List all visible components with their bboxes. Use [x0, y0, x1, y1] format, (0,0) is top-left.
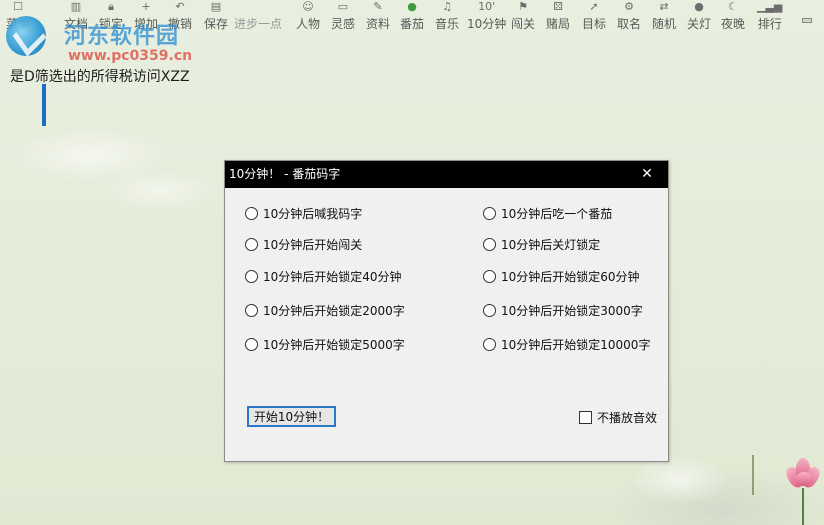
- option-lock-10000[interactable]: 10分钟后开始锁定10000字: [483, 336, 650, 353]
- option-start-challenge[interactable]: 10分钟后开始闯关: [245, 236, 362, 253]
- target-icon: ➚: [589, 0, 599, 13]
- book-icon: ▥: [70, 0, 82, 13]
- radio-button[interactable]: [483, 304, 496, 317]
- dice-icon: ⚄: [553, 0, 563, 13]
- bet-button[interactable]: ⚄ 赌局: [546, 0, 570, 34]
- tomato-icon: ●: [407, 0, 417, 13]
- radio-button[interactable]: [483, 207, 496, 220]
- radio-button[interactable]: [245, 338, 258, 351]
- mute-sound-option[interactable]: 不播放音效: [579, 409, 657, 426]
- checkbox-icon: ☐: [13, 0, 23, 13]
- mute-checkbox[interactable]: [579, 411, 592, 424]
- top-toolbar: ☐ 菜单 ▥ 文档 🔒︎ 锁定 + 增加 ↶ 撤销 ▤ 保存 进步一点 ☺ 人物…: [0, 0, 824, 36]
- undo-button[interactable]: ↶ 撤销: [168, 0, 192, 34]
- lock-icon: 🔒︎: [108, 0, 114, 13]
- option-lock-5000[interactable]: 10分钟后开始锁定5000字: [245, 336, 405, 353]
- dialog-title-bar[interactable]: 10分钟！ - 番茄码字: [225, 161, 668, 188]
- ten-minute-dialog: 10分钟！ - 番茄码字 ✕ 10分钟后喊我码字 10分钟后开始闯关 10分钟后…: [224, 160, 669, 462]
- dialog-title: 10分钟！ - 番茄码字: [229, 167, 341, 181]
- goal-button[interactable]: ➚ 目标: [582, 0, 606, 34]
- person-icon: ☺: [302, 0, 314, 13]
- naming-button[interactable]: ⚙ 取名: [617, 0, 641, 34]
- random-button[interactable]: ⇄ 随机: [652, 0, 676, 34]
- lock-button[interactable]: 🔒︎ 锁定: [99, 0, 123, 34]
- radio-button[interactable]: [483, 270, 496, 283]
- editor-text[interactable]: 是D筛选出的所得税访问XZZ: [10, 66, 190, 86]
- save-icon: ▤: [210, 0, 222, 13]
- option-lock-40min[interactable]: 10分钟后开始锁定40分钟: [245, 268, 402, 285]
- rank-button[interactable]: ▁▃▅ 排行: [757, 0, 782, 34]
- close-icon[interactable]: ✕: [640, 167, 654, 181]
- note-icon: ▭: [337, 0, 349, 13]
- lotus-decoration: [776, 450, 824, 525]
- radio-button[interactable]: [483, 338, 496, 351]
- file-button[interactable]: ▥ 文档: [64, 0, 88, 34]
- shuffle-icon: ⇄: [659, 0, 669, 13]
- start-button[interactable]: 开始10分钟！: [247, 406, 336, 427]
- add-button[interactable]: + 增加: [134, 0, 158, 34]
- challenge-button[interactable]: ⚑ 闯关: [511, 0, 535, 34]
- bulb-icon: ●: [694, 0, 704, 13]
- undo-icon: ↶: [175, 0, 185, 13]
- music-icon: ♫: [442, 0, 452, 13]
- option-lock-3000[interactable]: 10分钟后开始锁定3000字: [483, 302, 643, 319]
- ten-minutes-button[interactable]: 10' 10分钟: [467, 0, 506, 34]
- option-lock-60min[interactable]: 10分钟后开始锁定60分钟: [483, 268, 640, 285]
- material-button[interactable]: ✎ 资料: [366, 0, 390, 34]
- radio-button[interactable]: [245, 207, 258, 220]
- moon-icon: ☾: [728, 0, 738, 13]
- tag-icon: ⚙: [624, 0, 634, 13]
- save-button[interactable]: ▤ 保存: [204, 0, 228, 34]
- light-off-button[interactable]: ● 关灯: [687, 0, 711, 34]
- option-light-off-lock[interactable]: 10分钟后关灯锁定: [483, 236, 600, 253]
- inspiration-button[interactable]: ▭ 灵感: [331, 0, 355, 34]
- music-button[interactable]: ♫ 音乐: [435, 0, 459, 34]
- option-eat-tomato[interactable]: 10分钟后吃一个番茄: [483, 205, 612, 222]
- ten-icon: 10': [478, 0, 496, 13]
- radio-button[interactable]: [483, 238, 496, 251]
- option-lock-2000[interactable]: 10分钟后开始锁定2000字: [245, 302, 405, 319]
- night-button[interactable]: ☾ 夜晚: [721, 0, 745, 34]
- radio-button[interactable]: [245, 238, 258, 251]
- menu-button[interactable]: ☐ 菜单: [6, 0, 30, 34]
- person-button[interactable]: ☺ 人物: [296, 0, 320, 34]
- bars-icon: ▁▃▅: [757, 0, 783, 13]
- text-cursor: [42, 84, 46, 126]
- progress-button[interactable]: 进步一点: [234, 0, 282, 34]
- minimize-button[interactable]: [802, 18, 812, 23]
- tomato-button[interactable]: ● 番茄: [400, 0, 424, 34]
- flag-icon: ⚑: [518, 0, 528, 13]
- radio-button[interactable]: [245, 270, 258, 283]
- plus-icon: +: [141, 0, 151, 13]
- grass-decoration: [752, 455, 782, 495]
- radio-button[interactable]: [245, 304, 258, 317]
- option-remind-write[interactable]: 10分钟后喊我码字: [245, 205, 362, 222]
- pen-icon: ✎: [373, 0, 383, 13]
- watermark-url: www.pc0359.cn: [68, 48, 193, 64]
